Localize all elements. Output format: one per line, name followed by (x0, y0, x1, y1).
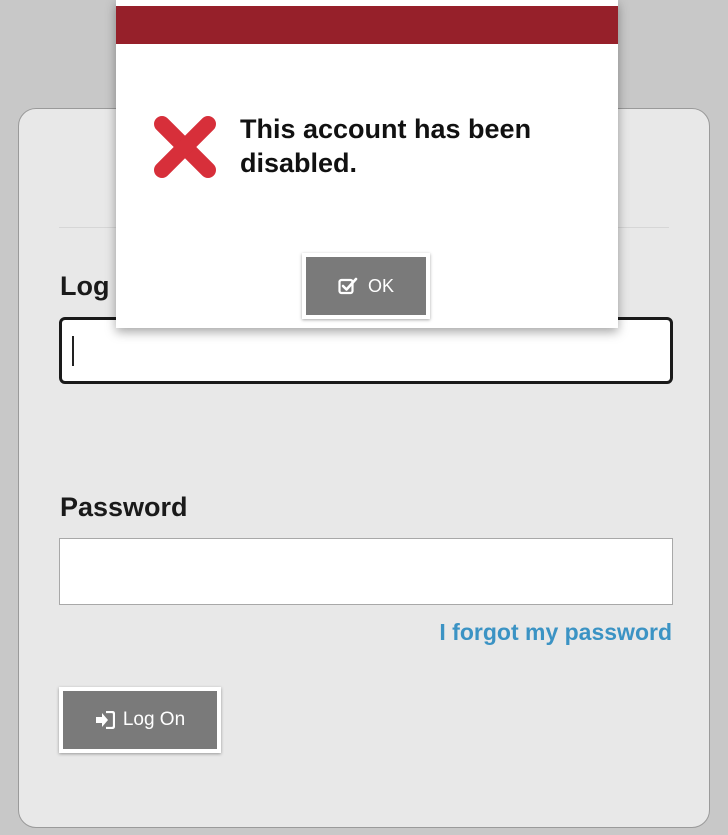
password-input[interactable] (59, 538, 673, 605)
error-x-icon (152, 114, 218, 180)
forgot-password-link[interactable]: I forgot my password (439, 619, 672, 646)
dialog-message: This account has been disabled. (240, 114, 532, 178)
login-label: Log (60, 271, 110, 301)
password-label: Password (60, 492, 188, 522)
log-on-button[interactable]: Log On (59, 687, 221, 753)
sign-in-icon (95, 711, 115, 729)
ok-button[interactable]: OK (302, 253, 430, 319)
error-dialog: This account has been disabled. OK (116, 0, 618, 328)
dialog-header (116, 0, 618, 44)
ok-label: OK (367, 275, 394, 296)
log-on-label: Log On (122, 709, 186, 730)
text-caret (72, 336, 74, 366)
check-square-icon (338, 277, 358, 295)
